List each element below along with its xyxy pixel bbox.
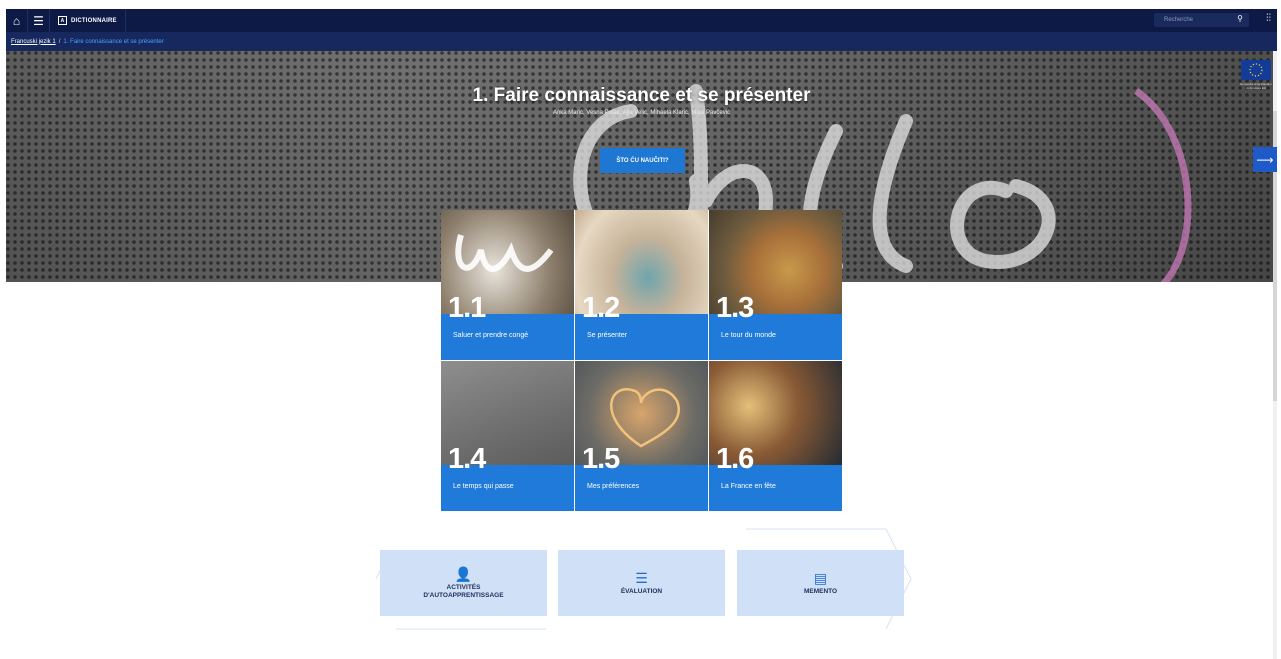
feature-label: MEMENTO xyxy=(803,587,838,595)
unit-card-1-4[interactable]: 1.4 Le temps qui passe xyxy=(441,361,574,511)
self-learning-activities-button[interactable]: 👤 ACTIVITÉS D'AUTOAPPRENTISSAGE xyxy=(380,550,547,616)
unit-title: Saluer et prendre congé xyxy=(453,332,529,339)
unit-number: 1.3 xyxy=(716,292,754,324)
dictionary-button[interactable]: A DICTIONNAIRE xyxy=(50,9,126,32)
unit-card-1-5[interactable]: 1.5 Mes préférences xyxy=(575,361,708,511)
unit-card-1-3[interactable]: 1.3 Le tour du monde xyxy=(709,210,842,360)
evaluation-button[interactable]: ☰ ÉVALUATION xyxy=(558,550,725,616)
home-icon[interactable]: ⌂ xyxy=(6,9,28,32)
unit-card-1-2[interactable]: 1.2 Se présenter xyxy=(575,210,708,360)
search-input[interactable]: Recherche ⚲ xyxy=(1154,13,1249,27)
unit-title: Le tour du monde xyxy=(721,332,776,339)
unit-title: Mes préférences xyxy=(587,483,640,490)
dictionary-label: DICTIONNAIRE xyxy=(71,17,117,24)
search-placeholder: Recherche xyxy=(1164,17,1194,23)
unit-number: 1.4 xyxy=(448,443,486,475)
hero-title: 1. Faire connaissance et se présenter xyxy=(472,85,811,106)
what-will-i-learn-button[interactable]: ŠTO ĆU NAUČITI? xyxy=(600,148,685,173)
checklist-icon: ☰ xyxy=(635,569,648,586)
feature-label: ÉVALUATION xyxy=(620,587,663,595)
top-bar: ⌂ ☰ A DICTIONNAIRE Recherche ⚲ ⫶⫶ xyxy=(6,9,1277,32)
breadcrumb: Francuski jezik 1 / 1. Faire connaissanc… xyxy=(6,32,1277,51)
unit-number: 1.5 xyxy=(582,443,620,475)
feature-label-line2: D'AUTOAPPRENTISSAGE xyxy=(423,591,504,599)
dictionary-icon: A xyxy=(58,16,67,25)
settings-sliders-icon[interactable]: ⫶⫶ xyxy=(1266,13,1271,24)
app-frame: ⌂ ☰ A DICTIONNAIRE Recherche ⚲ ⫶⫶ Francu… xyxy=(6,9,1277,659)
unit-number: 1.6 xyxy=(716,443,754,475)
menu-icon[interactable]: ☰ xyxy=(28,9,50,32)
unit-number: 1.1 xyxy=(448,292,486,324)
unit-number: 1.2 xyxy=(582,292,620,324)
unit-title: La France en fête xyxy=(721,483,776,490)
eu-flag-icon xyxy=(1241,60,1271,80)
breadcrumb-current: 1. Faire connaissance et se présenter xyxy=(63,38,164,45)
search-icon[interactable]: ⚲ xyxy=(1237,14,1243,23)
next-arrow-icon[interactable]: ⟶ xyxy=(1253,147,1277,172)
feature-label-line1: ACTIVITÉS xyxy=(446,583,481,591)
breadcrumb-separator: / xyxy=(58,38,61,45)
hero-authors: Anka Marić, Vesna Polak, Ajla Velić, Mih… xyxy=(552,110,731,116)
memento-button[interactable]: ▤ MEMENTO xyxy=(737,550,904,616)
unit-card-1-6[interactable]: 1.6 La France en fête xyxy=(709,361,842,511)
unit-grid: 1.1 Saluer et prendre congé 1.2 Se prése… xyxy=(441,210,842,511)
unit-card-1-1[interactable]: 1.1 Saluer et prendre congé xyxy=(441,210,574,360)
document-icon: ▤ xyxy=(813,569,828,586)
unit-title: Se présenter xyxy=(587,332,628,339)
breadcrumb-parent-link[interactable]: Francuski jezik 1 xyxy=(11,39,56,45)
eu-caption: Europska unija Zajedno do fondova EU xyxy=(1240,82,1272,90)
student-icon: 👤 xyxy=(454,565,473,582)
eu-logo: Europska unija Zajedno do fondova EU xyxy=(1239,60,1273,95)
unit-title: Le temps qui passe xyxy=(453,483,514,490)
